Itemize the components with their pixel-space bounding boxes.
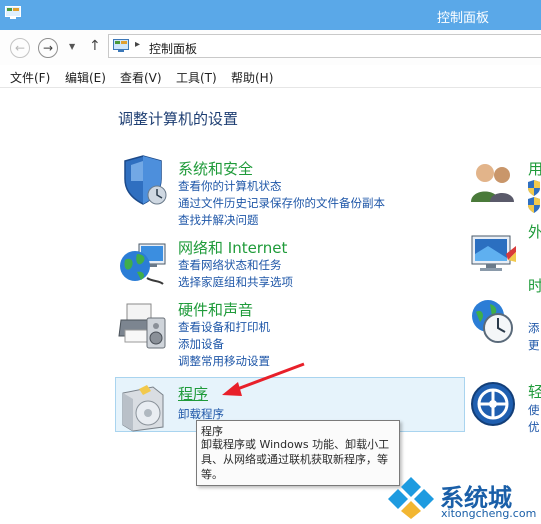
menu-help[interactable]: 帮助(H) — [231, 69, 273, 86]
menu-edit[interactable]: 编辑(E) — [65, 69, 106, 86]
programs-icon — [122, 385, 164, 432]
link-file-history-backup[interactable]: 通过文件历史记录保存你的文件备份副本 — [178, 195, 385, 211]
ease-of-access-icon — [471, 382, 515, 426]
breadcrumb-item[interactable]: 控制面板 — [149, 40, 197, 57]
shield-icon — [124, 155, 167, 205]
link-clock-region-1[interactable]: 添 — [528, 320, 540, 336]
link-add-device[interactable]: 添加设备 — [178, 336, 224, 352]
menu-file[interactable]: 文件(F) — [10, 69, 50, 86]
forward-arrow-icon: → — [42, 41, 54, 55]
link-devices-printers[interactable]: 查看设备和打印机 — [178, 319, 270, 335]
control-panel-icon[interactable] — [5, 6, 21, 20]
uac-shield-icon — [528, 197, 540, 213]
menu-tools[interactable]: 工具(T) — [176, 69, 217, 86]
category-title-system-security[interactable]: 系统和安全 — [178, 158, 253, 179]
control-panel-icon — [113, 39, 129, 52]
link-ease-of-access-1[interactable]: 使 — [528, 402, 540, 418]
category-title-appearance[interactable]: 外 — [528, 221, 541, 242]
printer-icon — [118, 303, 166, 349]
category-title-hardware-sound[interactable]: 硬件和声音 — [178, 299, 253, 320]
category-title-user-accounts[interactable]: 用 — [528, 158, 541, 179]
category-title-ease-of-access[interactable]: 轻 — [528, 381, 541, 402]
link-view-computer-status[interactable]: 查看你的计算机状态 — [178, 178, 282, 194]
link-ease-of-access-2[interactable]: 优 — [528, 419, 540, 435]
clock-globe-icon — [472, 300, 513, 343]
users-icon — [471, 164, 514, 202]
red-arrow-annotation — [222, 362, 305, 396]
watermark-url: xitongcheng.com — [441, 507, 537, 520]
back-button[interactable]: ← — [10, 38, 30, 58]
uac-shield-icon — [528, 180, 540, 196]
link-troubleshoot[interactable]: 查找并解决问题 — [178, 212, 259, 228]
network-globe-icon — [120, 243, 166, 285]
back-arrow-icon: ← — [14, 41, 26, 55]
link-network-status[interactable]: 查看网络状态和任务 — [178, 257, 282, 273]
menu-view[interactable]: 查看(V) — [120, 69, 162, 86]
forward-button[interactable]: → — [38, 38, 58, 58]
window-title: 控制面板 — [436, 11, 489, 26]
category-title-clock-region[interactable]: 时 — [528, 275, 541, 296]
page-heading: 调整计算机的设置 — [118, 110, 239, 128]
breadcrumb-separator[interactable]: ▸ — [135, 39, 140, 50]
chevron-down-icon: ▼ — [69, 42, 76, 51]
category-title-programs[interactable]: 程序 — [178, 383, 208, 404]
watermark-logo — [388, 477, 434, 519]
category-title-network-internet[interactable]: 网络和 Internet — [178, 237, 287, 258]
appearance-icon — [471, 235, 516, 271]
up-button[interactable]: ↑ — [89, 38, 101, 54]
link-homegroup-sharing[interactable]: 选择家庭组和共享选项 — [178, 274, 293, 290]
up-arrow-icon: ↑ — [89, 38, 101, 54]
recent-locations-button[interactable]: ▼ — [69, 42, 75, 51]
link-clock-region-2[interactable]: 更 — [528, 337, 540, 353]
tooltip-description: 卸载程序或 Windows 功能、卸载小工具、从网络或通过联机获取新程序，等等。 — [201, 438, 390, 481]
